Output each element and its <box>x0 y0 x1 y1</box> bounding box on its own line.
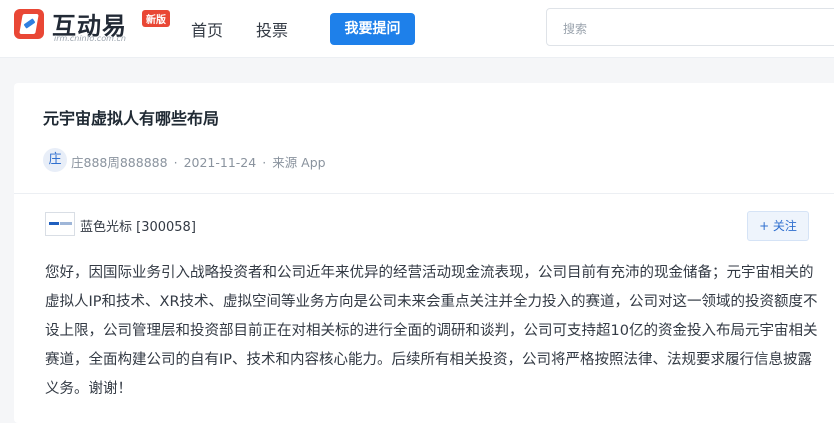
nav-vote-link[interactable]: 投票 <box>256 17 288 41</box>
asker-avatar[interactable]: 庄 <box>43 148 67 172</box>
asker-name[interactable]: 庄888周888888 <box>71 155 168 170</box>
question-date: 2021-11-24 <box>183 155 257 170</box>
top-navbar: 互动易 irm.cninfo.com.cn 新版 首页 投票 我要提问 搜索 <box>0 0 834 58</box>
search-placeholder: 搜索 <box>563 22 588 36</box>
question-meta: 庄888周888888 · 2021-11-24 · 来源 App <box>71 152 326 171</box>
question-card: 元宇宙虚拟人有哪些布局 庄 庄888周888888 · 2021-11-24 · 来源 … <box>14 83 834 423</box>
logo-icon[interactable] <box>14 9 44 39</box>
divider <box>14 193 834 194</box>
search-input[interactable]: 搜索 <box>546 8 834 46</box>
company-name[interactable]: 蓝色光标 [300058] <box>80 216 196 235</box>
new-version-badge: 新版 <box>142 10 170 27</box>
nav-home-link[interactable]: 首页 <box>191 17 223 41</box>
question-source: 来源 App <box>272 155 326 170</box>
answer-text: 您好，因国际业务引入战略投资者和公司近年来优异的经营活动现金流表现，公司目前有充… <box>45 265 818 397</box>
follow-button[interactable]: + 关注 <box>747 211 809 241</box>
meta-separator: · <box>262 155 267 170</box>
question-title: 元宇宙虚拟人有哪些布局 <box>43 109 220 128</box>
logo-subtitle: irm.cninfo.com.cn <box>54 34 126 43</box>
ask-question-button[interactable]: 我要提问 <box>330 13 415 45</box>
meta-separator: · <box>173 155 178 170</box>
company-logo[interactable] <box>45 212 75 236</box>
